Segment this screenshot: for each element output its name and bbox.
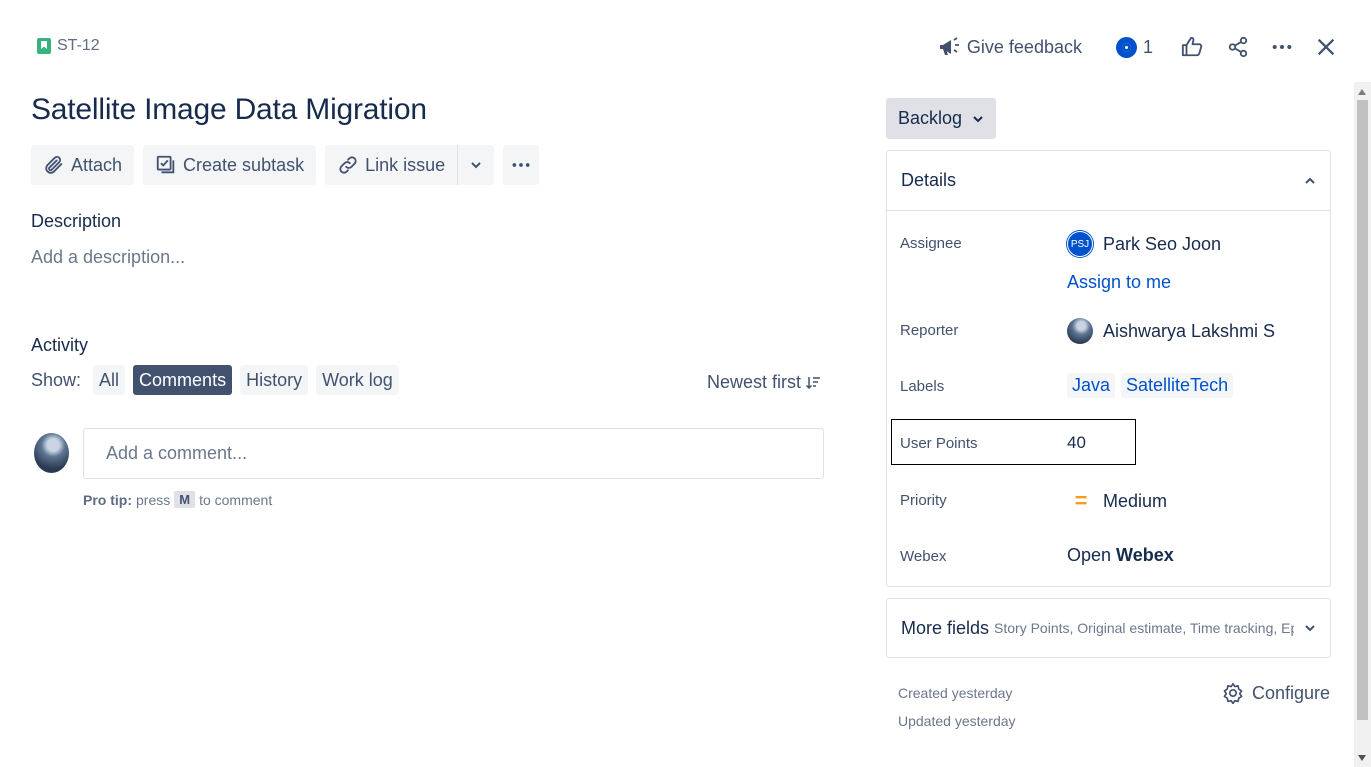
filter-comments[interactable]: Comments [133,365,233,395]
gear-icon [1222,682,1244,704]
scroll-down-arrow[interactable] [1358,755,1366,761]
reporter-avatar [1067,318,1093,344]
issue-header-actions: Give feedback 1 [937,33,1337,61]
pro-tip-press: press [136,491,171,508]
more-fields-title: More fields [901,617,990,638]
share-button[interactable] [1227,36,1249,58]
assignee-label: Assignee [900,235,962,252]
configure-button[interactable]: Configure [1222,682,1330,704]
close-icon [1315,36,1337,58]
assignee-value[interactable]: PSJ Park Seo Joon [1067,231,1221,257]
give-feedback-label: Give feedback [966,36,1082,57]
watch-count: 1 [1142,36,1153,57]
attach-label: Attach [71,154,123,175]
issue-toolbar: Attach Create subtask Link issue [31,145,540,185]
pro-tip-suffix: to comment [199,491,273,508]
attach-button[interactable]: Attach [31,145,135,185]
priority-value[interactable]: = Medium [1067,488,1167,514]
labels-label: Labels [900,378,945,395]
assignee-avatar: PSJ [1067,231,1093,257]
activity-filter-bar: Show: All Comments History Work log [31,365,399,395]
assign-to-me-link[interactable]: Assign to me [1067,272,1171,293]
create-subtask-label: Create subtask [183,154,305,175]
show-label: Show: [31,369,82,390]
link-issue-label: Link issue [365,154,446,175]
subtask-icon [155,154,177,176]
pro-tip-bold: Pro tip: [83,491,132,508]
link-issue-split-button: Link issue [325,145,495,185]
webex-name: Webex [1116,545,1174,565]
priority-name: Medium [1103,490,1168,511]
paperclip-icon [43,154,65,176]
configure-label: Configure [1252,682,1331,703]
filter-history[interactable]: History [240,365,309,395]
reporter-name: Aishwarya Lakshmi S [1103,320,1276,341]
user-points-value[interactable]: 40 [1067,433,1086,453]
current-user-avatar [34,433,69,473]
scrollbar[interactable] [1354,82,1371,767]
description-heading: Description [31,211,122,231]
webex-value[interactable]: Open Webex [1067,545,1174,566]
status-label: Backlog [898,108,963,128]
description-field[interactable]: Add a description... [31,247,185,268]
link-icon [337,154,359,176]
webex-open: Open [1067,545,1112,565]
more-horizontal-icon [1271,36,1293,58]
details-header[interactable]: Details [887,151,1330,211]
labels-value: Java SatelliteTech [1067,373,1234,398]
create-subtask-button[interactable]: Create subtask [143,145,317,185]
issue-title[interactable]: Satellite Image Data Migration [31,93,427,127]
status-dropdown-button[interactable]: Backlog [886,98,996,139]
scroll-up-arrow[interactable] [1358,89,1366,95]
chevron-down-icon [972,113,984,125]
priority-label: Priority [900,492,947,509]
close-button[interactable] [1315,36,1337,58]
issue-key[interactable]: ST-12 [57,37,100,55]
filter-work-log[interactable]: Work log [316,365,399,395]
more-fields-section[interactable]: More fields Story Points, Original estim… [886,598,1331,658]
created-date: Created yesterday [898,685,1013,701]
pro-tip: Pro tip: press M to comment [83,491,272,508]
give-feedback-button[interactable]: Give feedback [937,35,1082,59]
pro-tip-key: M [174,491,196,508]
watch-icon [1115,36,1137,58]
reporter-label: Reporter [900,322,959,339]
comment-input[interactable]: Add a comment... [83,428,824,479]
more-actions-button[interactable] [1271,36,1293,58]
sort-icon [805,375,821,391]
scroll-thumb[interactable] [1357,100,1368,720]
chevron-down-icon [470,159,482,171]
watch-button[interactable]: 1 [1115,36,1153,58]
megaphone-icon [937,35,961,59]
issue-key-breadcrumb[interactable]: ST-12 [37,37,100,55]
link-issue-button[interactable]: Link issue [325,145,457,185]
share-icon [1227,36,1249,58]
assignee-name: Park Seo Joon [1103,233,1222,254]
chevron-down-icon [1304,622,1316,634]
filter-all[interactable]: All [93,365,126,395]
more-horizontal-icon [511,155,531,175]
label-java[interactable]: Java [1067,373,1116,398]
more-fields-subtitle: Story Points, Original estimate, Time tr… [994,620,1295,636]
activity-heading: Activity [31,335,89,355]
link-issue-dropdown-button[interactable] [458,145,494,185]
details-panel: Details Assignee PSJ Park Seo Joon Assig… [886,150,1331,587]
sort-order-button[interactable]: Newest first [707,372,821,393]
sort-order-label: Newest first [707,372,802,392]
details-heading: Details [901,170,957,190]
webex-label: Webex [900,548,947,565]
toolbar-more-button[interactable] [503,145,540,185]
label-satellitetech[interactable]: SatelliteTech [1121,373,1234,398]
vote-button[interactable] [1181,36,1203,58]
thumbs-up-icon [1181,36,1203,58]
updated-date: Updated yesterday [898,713,1016,729]
chevron-up-icon [1304,175,1316,187]
reporter-value[interactable]: Aishwarya Lakshmi S [1067,318,1275,344]
priority-medium-icon: = [1074,488,1088,513]
user-points-label: User Points [900,435,978,452]
story-icon [37,38,51,54]
